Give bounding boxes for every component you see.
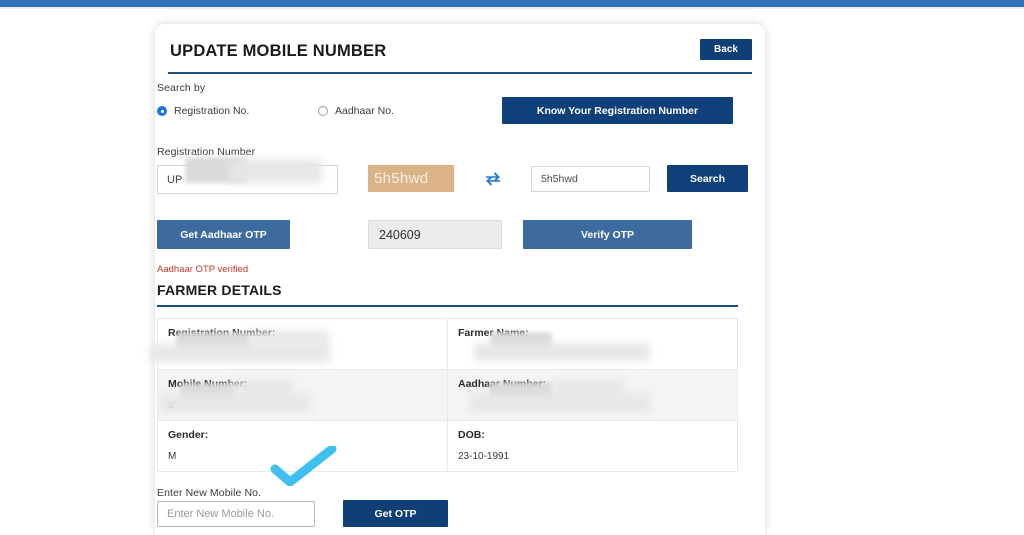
get-aadhaar-otp-button[interactable]: Get Aadhaar OTP <box>157 220 290 249</box>
captcha-image: 5h5hwd <box>368 165 454 192</box>
refresh-icon[interactable] <box>483 169 503 189</box>
search-by-label: Search by <box>157 82 206 94</box>
top-accent-bar <box>0 0 1024 7</box>
table-cell-gender: Gender: M <box>157 420 448 472</box>
farmer-details-heading: FARMER DETAILS <box>157 282 282 298</box>
radio-icon-registration[interactable] <box>157 106 167 116</box>
aadhaar-otp-input[interactable] <box>368 220 502 249</box>
cell-label: Farmer Name: <box>458 327 529 339</box>
cell-label: Aadhaar Number: <box>458 378 547 390</box>
cell-label: Registration Number: <box>168 327 276 339</box>
farmer-details-table: Registration Number: Farmer Name: Mobile… <box>157 318 738 472</box>
cell-value: M <box>168 451 177 462</box>
update-mobile-card: UPDATE MOBILE NUMBER Back Search by Regi… <box>155 24 765 535</box>
cell-value <box>458 349 727 360</box>
table-cell-farmer-name: Farmer Name: <box>447 318 738 370</box>
new-mobile-input[interactable] <box>157 501 315 527</box>
radio-aadhaar-no[interactable]: Aadhaar No. <box>318 105 394 117</box>
captcha-input[interactable] <box>531 166 650 192</box>
registration-number-input[interactable] <box>157 165 338 194</box>
cell-label: Gender: <box>168 429 209 441</box>
page-canvas: UPDATE MOBILE NUMBER Back Search by Regi… <box>0 9 1024 535</box>
otp-status-message: Aadhaar OTP verified <box>157 264 249 275</box>
radio-registration-no[interactable]: Registration No. <box>157 105 249 117</box>
verify-otp-button[interactable]: Verify OTP <box>523 220 692 249</box>
registration-number-label: Registration Number <box>157 146 256 158</box>
radio-label-registration: Registration No. <box>174 105 250 117</box>
table-cell-mobile-number: Mobile Number: 9 <box>157 369 448 421</box>
search-button[interactable]: Search <box>667 165 748 192</box>
cell-label: Mobile Number: <box>168 378 248 390</box>
get-otp-button[interactable]: Get OTP <box>343 500 448 527</box>
know-your-registration-number-button[interactable]: Know Your Registration Number <box>502 97 733 124</box>
table-cell-aadhaar-number: Aadhaar Number: <box>447 369 738 421</box>
radio-icon-aadhaar[interactable] <box>318 106 328 116</box>
table-cell-dob: DOB: 23-10-1991 <box>447 420 738 472</box>
cell-value <box>458 400 727 411</box>
table-row: Registration Number: Farmer Name: <box>157 318 738 370</box>
table-row: Gender: M DOB: 23-10-1991 <box>157 420 738 472</box>
new-mobile-label: Enter New Mobile No. <box>157 487 262 499</box>
cell-label: DOB: <box>458 429 485 441</box>
table-cell-registration-number: Registration Number: <box>157 318 448 370</box>
farmer-details-rule <box>157 305 738 307</box>
back-button[interactable]: Back <box>700 39 752 60</box>
cell-value: 23-10-1991 <box>458 451 510 462</box>
card-header: UPDATE MOBILE NUMBER Back <box>168 24 752 74</box>
table-row: Mobile Number: 9 Aadhaar Number: <box>157 369 738 421</box>
cell-value <box>168 349 437 360</box>
radio-label-aadhaar: Aadhaar No. <box>335 105 394 117</box>
page-title: UPDATE MOBILE NUMBER <box>170 42 387 60</box>
cell-value: 9 <box>168 400 174 411</box>
